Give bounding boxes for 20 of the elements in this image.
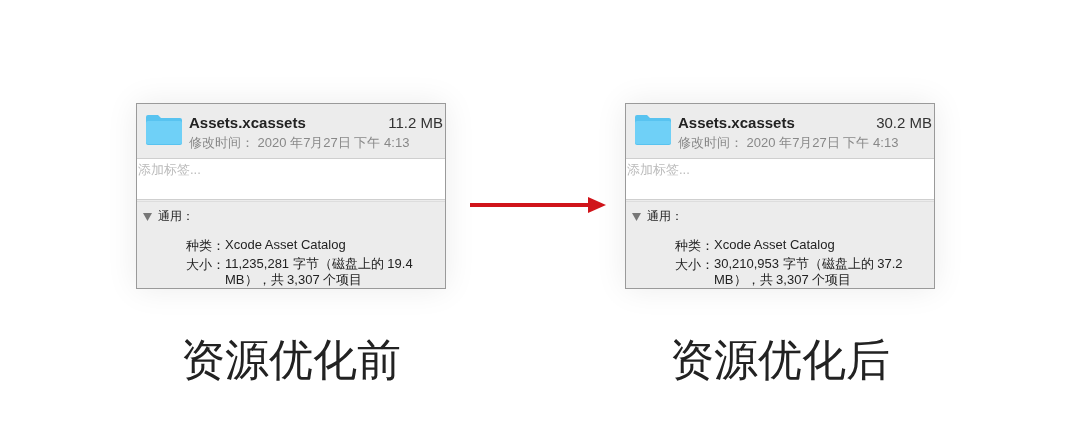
file-size: 11.2 MB (388, 114, 444, 131)
section-title: 通用： (158, 208, 194, 225)
caption: 资源优化后 (670, 335, 890, 387)
field-label: 种类： (185, 237, 225, 255)
modified-date: 修改时间： 2020 年7月27日 下午 4:13 (678, 134, 900, 152)
file-size: 30.2 MB (876, 114, 933, 131)
field-value: Xcode Asset Catalog (714, 237, 836, 254)
caption: 资源优化前 (181, 335, 401, 387)
field-label: 大小： (185, 256, 225, 274)
field-label: 大小： (674, 256, 714, 274)
tags-field[interactable]: 添加标签... (137, 157, 445, 200)
field-value: 11,235,281 字节（磁盘上的 19.4 MB），共 3,307 个项目 (225, 256, 414, 288)
section-title: 通用： (647, 208, 683, 225)
modified-date: 修改时间： 2020 年7月27日 下午 4:13 (189, 134, 411, 152)
field-value: Xcode Asset Catalog (225, 237, 347, 254)
tags-field[interactable]: 添加标签... (626, 157, 934, 200)
field-value: 30,210,953 字节（磁盘上的 37.2 MB），共 3,307 个项目 (714, 256, 904, 288)
file-name: Assets.xcassets (189, 114, 306, 131)
field-label: 种类： (674, 237, 714, 255)
file-name: Assets.xcassets (678, 114, 795, 131)
